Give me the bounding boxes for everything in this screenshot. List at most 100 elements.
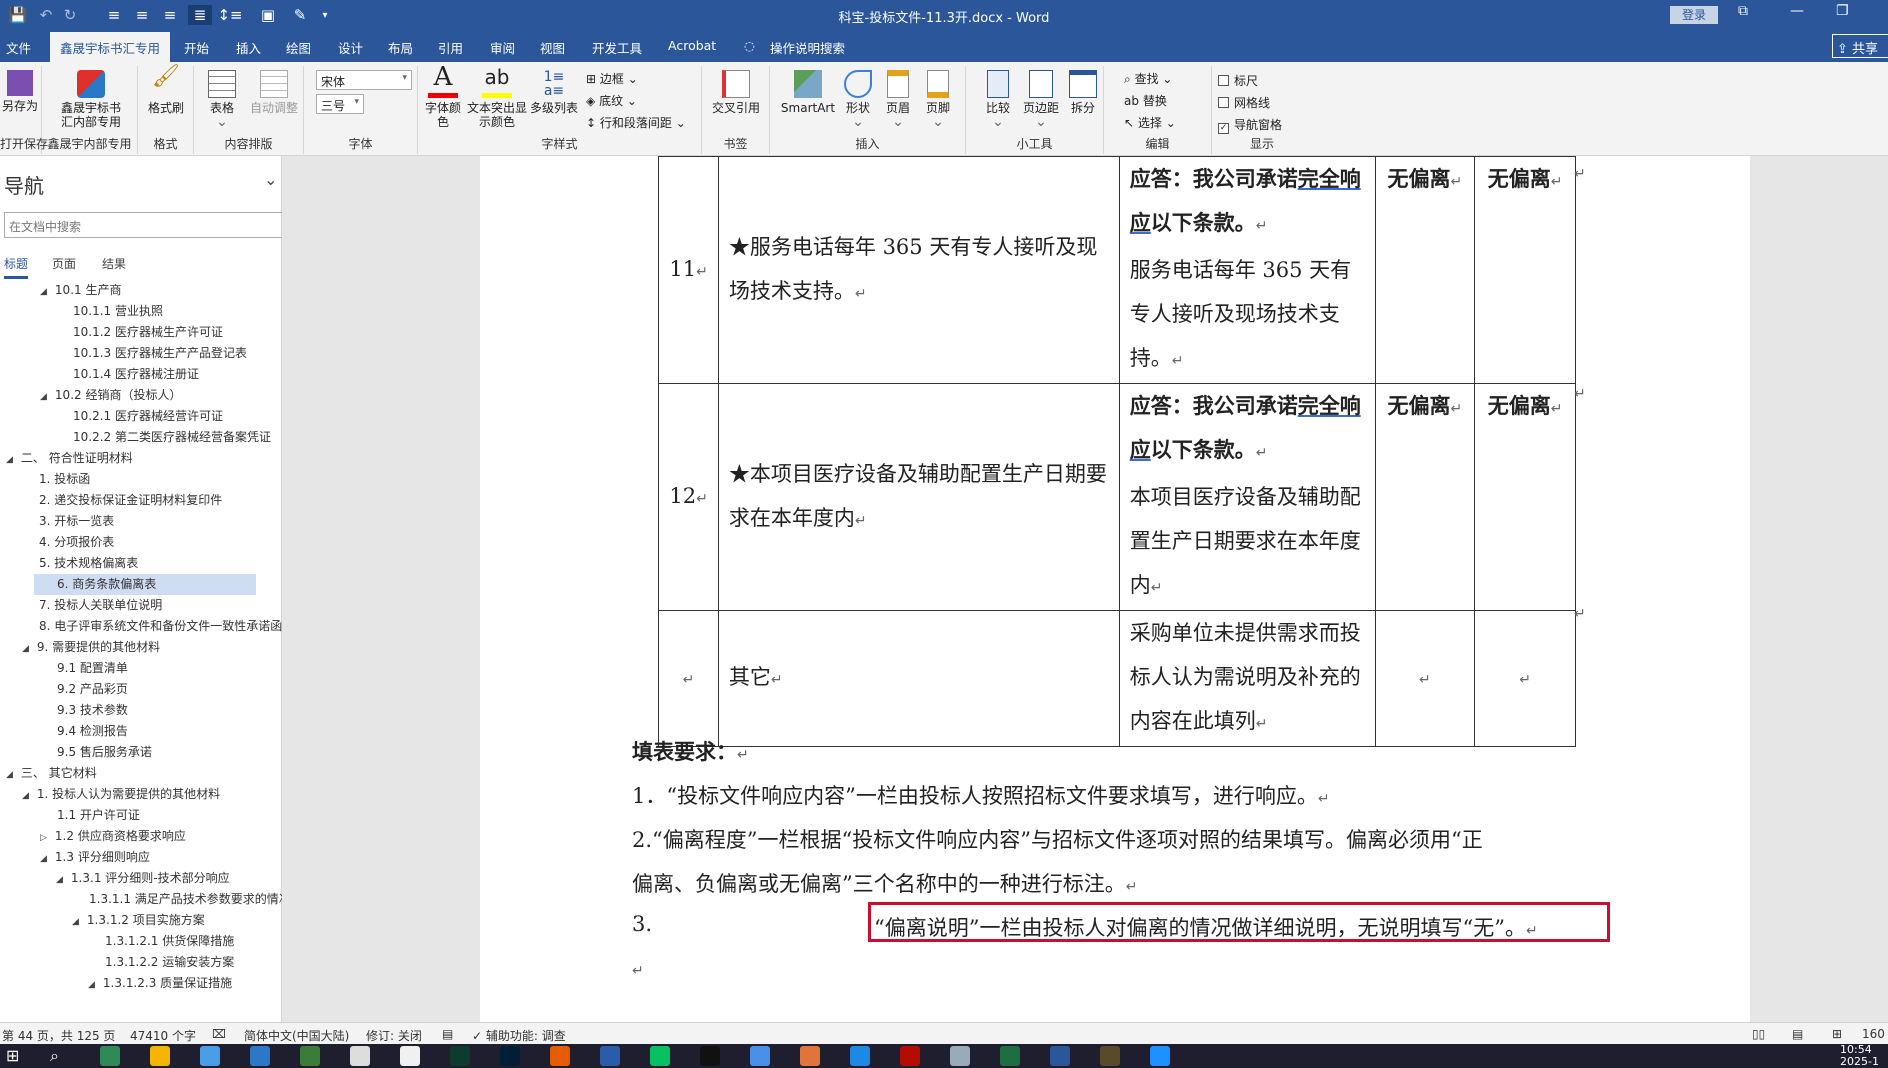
collapse-arrow-icon[interactable]: ◢ bbox=[56, 875, 63, 885]
replace-button[interactable]: ab 替换 bbox=[1124, 92, 1167, 109]
expand-arrow-icon[interactable]: ▷ bbox=[40, 833, 47, 843]
nav-item[interactable]: ◢ 1.3 评分细则响应 bbox=[0, 847, 282, 868]
tab-references[interactable]: 引用 bbox=[438, 38, 463, 57]
tab-xsy[interactable]: 鑫晟宇标书汇专用 bbox=[50, 32, 171, 62]
nav-item[interactable]: 9.2 产品彩页 bbox=[0, 679, 282, 700]
file-icon[interactable] bbox=[400, 1046, 420, 1066]
acrobat-icon[interactable] bbox=[900, 1046, 920, 1066]
browser-icon[interactable] bbox=[850, 1046, 870, 1066]
tab-layout[interactable]: 布局 bbox=[388, 38, 413, 57]
nav-item[interactable]: ◢ 9. 需要提供的其他材料 bbox=[0, 637, 282, 658]
qq-icon[interactable] bbox=[700, 1046, 720, 1066]
nav-item[interactable]: ◢ 1.3.1.2.3 质量保证措施 bbox=[0, 973, 282, 994]
nav-item[interactable]: 4. 分项报价表 bbox=[0, 532, 282, 553]
nav-item[interactable]: 5. 技术规格偏离表 bbox=[0, 553, 282, 574]
split-button[interactable]: 拆分 bbox=[1066, 70, 1100, 115]
nav-item[interactable]: ◢ 1.3.1 评分细则-技术部分响应 bbox=[0, 868, 282, 889]
macro-icon[interactable]: ▤ bbox=[442, 1027, 453, 1041]
ribbon-display-icon[interactable]: ⧉ bbox=[1738, 3, 1748, 19]
footer-button[interactable]: 页脚 ⌄ bbox=[920, 70, 956, 129]
nav-item[interactable]: ◢ 1.3.1.2 项目实施方案 bbox=[0, 910, 282, 931]
nav-item[interactable]: 1.3.1.1 满足产品技术参数要求的情况 bbox=[0, 889, 282, 910]
select-button[interactable]: ↖ 选择 ⌄ bbox=[1124, 114, 1176, 131]
nav-tab-headings[interactable]: 标题 bbox=[4, 255, 29, 279]
nav-item[interactable]: ▷ 1.2 供应商资格要求响应 bbox=[0, 826, 282, 847]
web-layout-icon[interactable]: ⊞ bbox=[1832, 1027, 1842, 1041]
app-icon[interactable] bbox=[300, 1046, 320, 1066]
find-button[interactable]: ⌕ 查找 ⌄ bbox=[1124, 70, 1172, 87]
cell-requirement[interactable]: 其它↵ bbox=[717, 610, 1120, 747]
font-name-select[interactable]: 宋体 ▾ bbox=[316, 70, 412, 90]
accessibility-status[interactable]: ✓ 辅助功能: 调查 bbox=[472, 1027, 566, 1044]
format-painter-button[interactable]: 🖌 格式刷 bbox=[142, 66, 190, 116]
chevron-down-icon[interactable]: ⌄ bbox=[264, 170, 277, 189]
print-layout-icon[interactable]: ▤ bbox=[1792, 1027, 1803, 1041]
word-icon[interactable] bbox=[1050, 1046, 1070, 1066]
cell-response[interactable]: 应答：我公司承诺完全响应以下条款。↵ 本项目医疗设备及辅助配置生产日期要求在本年度… bbox=[1118, 383, 1376, 611]
nav-search-input[interactable]: 在文档中搜索 ⌕▾ bbox=[4, 212, 320, 238]
cell-number[interactable]: 11↵ bbox=[658, 156, 719, 384]
tab-draw[interactable]: 绘图 bbox=[286, 38, 311, 57]
cell-response[interactable]: 应答：我公司承诺完全响应以下条款。↵ 服务电话每年 365 天有专人接听及现场技术… bbox=[1118, 156, 1376, 384]
multilevel-list-button[interactable]: 1≡ a≡ 多级列表 bbox=[528, 70, 580, 115]
nav-item[interactable]: 9.1 配置清单 bbox=[0, 658, 282, 679]
cell-deviation-1[interactable]: 无偏离↵ bbox=[1374, 156, 1476, 384]
collapse-arrow-icon[interactable]: ◢ bbox=[22, 791, 29, 801]
collapse-arrow-icon[interactable]: ◢ bbox=[22, 644, 29, 654]
nav-item[interactable]: 1.1 开户许可证 bbox=[0, 805, 282, 826]
xsy-button[interactable]: 鑫晟宇标书 汇内部专用 bbox=[52, 70, 130, 129]
tab-home[interactable]: 开始 bbox=[184, 38, 209, 57]
lightbulb-icon[interactable]: ◌ bbox=[744, 38, 755, 53]
nav-item[interactable]: ◢ 1. 投标人认为需要提供的其他材料 bbox=[0, 784, 282, 805]
nav-item[interactable]: 10.1.1 营业执照 bbox=[0, 301, 282, 322]
cell-deviation-2[interactable]: 无偏离↵ bbox=[1474, 156, 1576, 384]
collapse-arrow-icon[interactable]: ◢ bbox=[6, 770, 13, 780]
margins-button[interactable]: 页边距 ⌄ bbox=[1020, 70, 1062, 129]
windows-start-icon[interactable]: ⊞ bbox=[6, 1046, 26, 1066]
share-button[interactable]: ⇪ 共享 bbox=[1832, 34, 1888, 58]
compare-button[interactable]: 比较 ⌄ bbox=[982, 70, 1014, 129]
nav-item[interactable]: 10.1.4 医疗器械注册证 bbox=[0, 364, 282, 385]
photoshop-icon[interactable] bbox=[500, 1046, 520, 1066]
nav-item-selected[interactable]: 6. 商务条款偏离表 bbox=[34, 574, 256, 595]
nav-item[interactable]: 1.3.1.2.2 运输安装方案 bbox=[0, 952, 282, 973]
calendar-icon[interactable] bbox=[200, 1046, 220, 1066]
tab-developer[interactable]: 开发工具 bbox=[592, 38, 642, 57]
calculator-icon[interactable] bbox=[100, 1046, 120, 1066]
collapse-arrow-icon[interactable]: ◢ bbox=[40, 392, 47, 402]
cell-requirement[interactable]: ★本项目医疗设备及辅助配置生产日期要求在本年度内↵ bbox=[717, 383, 1120, 611]
collapse-arrow-icon[interactable]: ◢ bbox=[40, 287, 47, 297]
cell-number[interactable]: 12↵ bbox=[658, 383, 719, 611]
nav-item[interactable]: 9.4 检测报告 bbox=[0, 721, 282, 742]
app-icon[interactable] bbox=[600, 1046, 620, 1066]
nav-tab-results[interactable]: 结果 bbox=[102, 255, 126, 272]
tab-view[interactable]: 视图 bbox=[540, 38, 565, 57]
app-icon[interactable] bbox=[1100, 1046, 1120, 1066]
line-spacing-button[interactable]: ↕ 行和段落间距 ⌄ bbox=[586, 114, 686, 131]
shading-button[interactable]: ◈ 底纹 ⌄ bbox=[586, 92, 637, 109]
app-icon[interactable] bbox=[1150, 1046, 1170, 1066]
font-size-select[interactable]: 三号 ▾ bbox=[316, 94, 364, 114]
proofing-icon[interactable]: ⌧ bbox=[212, 1027, 226, 1041]
nav-item[interactable]: 10.2.1 医疗器械经营许可证 bbox=[0, 406, 282, 427]
cell-deviation-1[interactable]: ↵ bbox=[1374, 610, 1476, 747]
nav-item[interactable]: 1. 投标函 bbox=[0, 469, 282, 490]
table-button[interactable]: 表格 ⌄ bbox=[202, 70, 242, 129]
login-button[interactable]: 登录 bbox=[1670, 6, 1718, 24]
save-as-button[interactable]: 另存为 bbox=[0, 70, 40, 113]
nav-item[interactable]: ◢ 10.1 生产商 bbox=[0, 280, 282, 301]
cell-response[interactable]: 采购单位未提供需求而投标人认为需说明及补充的内容在此填列↵ bbox=[1118, 610, 1376, 747]
border-button[interactable]: ⊞ 边框 ⌄ bbox=[586, 70, 638, 87]
nav-item[interactable]: ◢ 10.2 经销商（投标人） bbox=[0, 385, 282, 406]
restore-icon[interactable]: ❐ bbox=[1836, 3, 1849, 19]
language[interactable]: 简体中文(中国大陆) bbox=[244, 1027, 349, 1044]
app-icon[interactable] bbox=[550, 1046, 570, 1066]
collapse-arrow-icon[interactable]: ◢ bbox=[88, 980, 95, 990]
navpane-checkbox[interactable]: ✓ 导航窗格 bbox=[1218, 116, 1282, 134]
read-mode-icon[interactable]: ▯▯ bbox=[1752, 1027, 1765, 1041]
tab-design[interactable]: 设计 bbox=[338, 38, 363, 57]
smartart-button[interactable]: SmartArt bbox=[780, 70, 836, 115]
nav-item[interactable]: 8. 电子评审系统文件和备份文件一致性承诺函 bbox=[0, 616, 282, 637]
collapse-arrow-icon[interactable]: ◢ bbox=[40, 854, 47, 864]
app-icon[interactable] bbox=[950, 1046, 970, 1066]
